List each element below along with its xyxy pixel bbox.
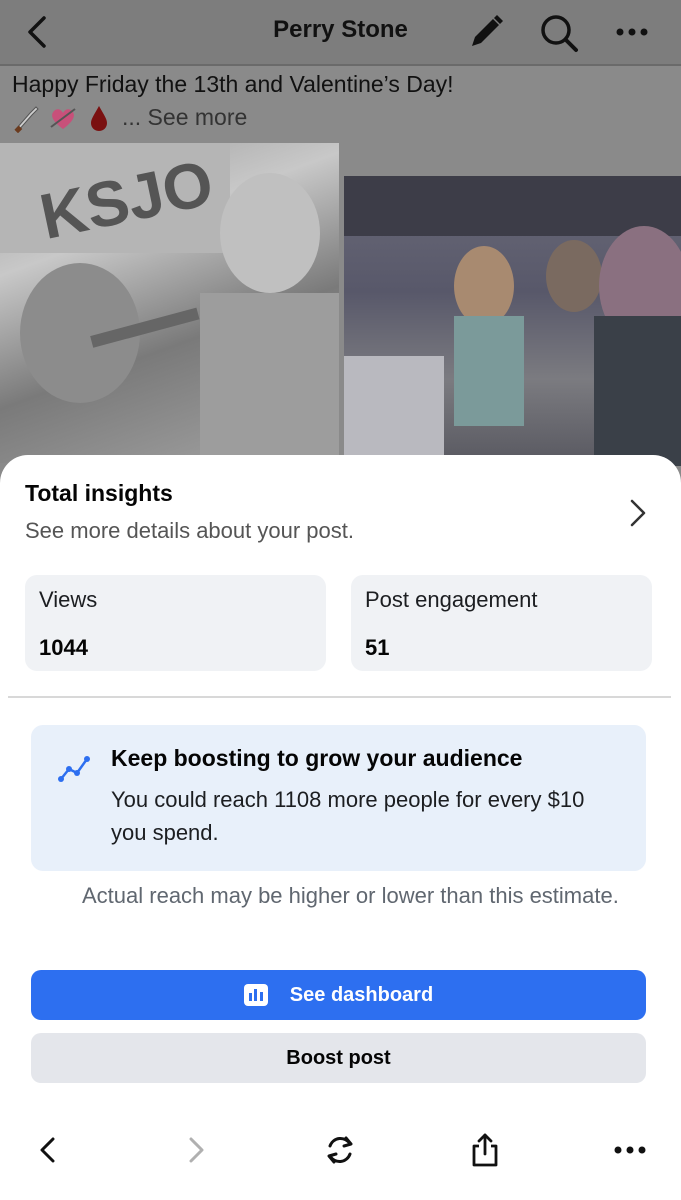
back-arrow-icon[interactable]	[28, 1130, 68, 1170]
heart-arrow-emoji-icon	[48, 103, 78, 133]
forward-arrow-icon[interactable]	[176, 1130, 216, 1170]
chevron-right-icon[interactable]	[626, 497, 650, 529]
post-photo-left[interactable]: KSJO	[0, 143, 339, 463]
reach-disclaimer: Actual reach may be higher or lower than…	[82, 883, 619, 908]
views-value: 1044	[39, 635, 88, 660]
more-icon[interactable]	[612, 18, 652, 46]
post-engagement-value: 51	[365, 635, 390, 660]
boost-title: Keep boosting to grow your audience	[111, 745, 523, 771]
insights-header[interactable]: Total insights See more details about yo…	[25, 479, 625, 545]
views-label: Views	[39, 587, 98, 612]
views-card[interactable]: Views 1044	[25, 575, 326, 671]
boost-post-label: Boost post	[286, 1046, 391, 1069]
top-navigation-bar: Perry Stone	[0, 0, 681, 66]
pencil-icon[interactable]	[466, 12, 506, 52]
knife-emoji-icon	[12, 103, 42, 133]
divider	[8, 696, 671, 698]
post-engagement-card[interactable]: Post engagement 51	[351, 575, 652, 671]
reload-icon[interactable]	[320, 1130, 360, 1170]
emoji-row: ... See more	[12, 101, 672, 134]
boost-post-button[interactable]: Boost post	[31, 1033, 646, 1083]
blood-drop-emoji-icon	[84, 103, 114, 133]
insights-bottom-sheet: Total insights See more details about yo…	[0, 455, 681, 1200]
insights-subtitle: See more details about your post.	[25, 518, 354, 543]
dashboard-chart-icon	[243, 984, 268, 1006]
boost-body: You could reach 1108 more people for eve…	[111, 787, 585, 845]
see-dashboard-button[interactable]: See dashboard	[31, 970, 646, 1020]
growth-trend-icon	[57, 753, 93, 785]
post-photo-right[interactable]	[344, 176, 681, 466]
browser-toolbar	[0, 1110, 681, 1190]
post-engagement-label: Post engagement	[365, 587, 538, 612]
see-dashboard-label: See dashboard	[289, 983, 434, 1006]
boost-suggestion-card: Keep boosting to grow your audience You …	[31, 725, 646, 871]
post-text: Happy Friday the 13th and Valentine’s Da…	[12, 71, 454, 97]
more-options-icon[interactable]	[610, 1130, 650, 1170]
insights-title: Total insights	[25, 480, 173, 506]
background-page: Perry Stone Happy Friday the 13th and Va…	[0, 0, 681, 480]
post-caption: Happy Friday the 13th and Valentine’s Da…	[12, 68, 672, 134]
see-more-link[interactable]: ... See more	[122, 101, 247, 134]
share-icon[interactable]	[465, 1130, 505, 1170]
search-icon[interactable]	[538, 12, 580, 54]
